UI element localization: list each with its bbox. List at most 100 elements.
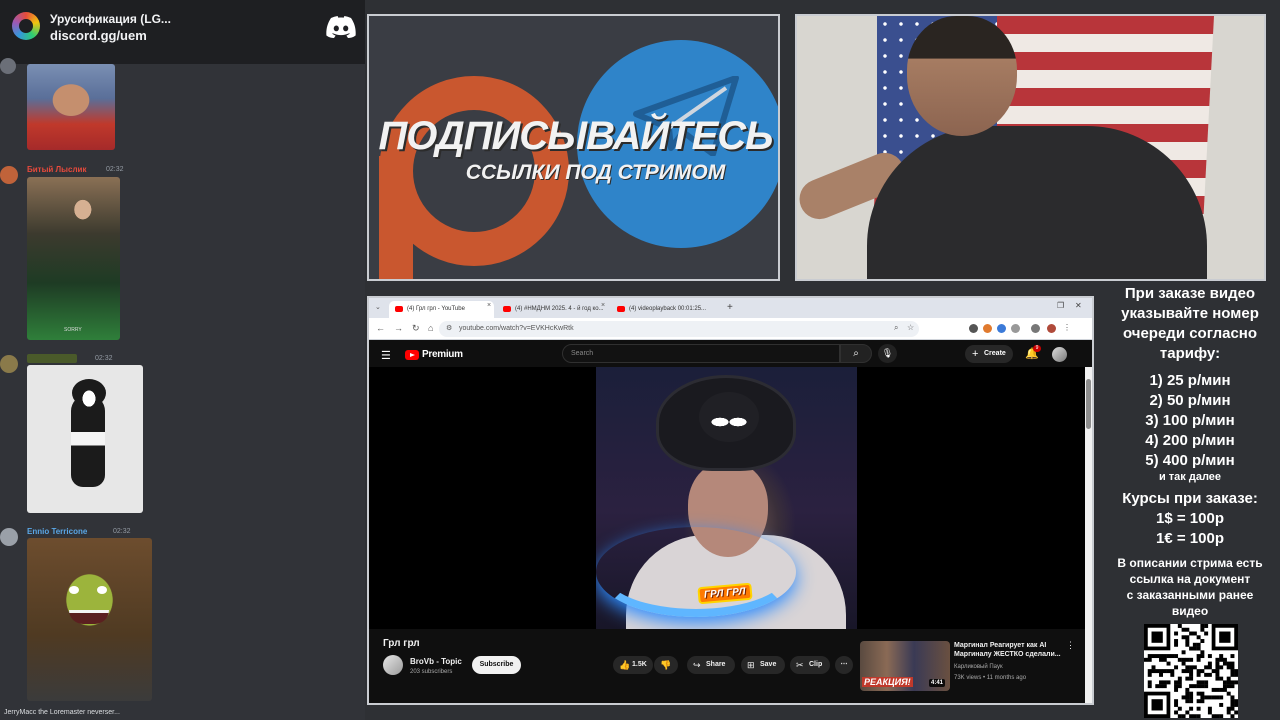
hamburger-menu-icon[interactable]: ☰ (381, 349, 391, 362)
clip-label: Clip (809, 661, 823, 668)
channel-avatar[interactable] (383, 655, 403, 675)
user-avatar[interactable] (0, 166, 18, 184)
qr-module (1155, 654, 1160, 659)
profile-avatar-icon[interactable] (1047, 324, 1056, 333)
qr-module (1159, 680, 1163, 685)
qr-module (1196, 706, 1201, 711)
home-icon[interactable]: ⌂ (428, 323, 433, 333)
promo-title: ПОДПИСЫВАЙТЕСЬ (378, 114, 773, 158)
qr-module (1196, 672, 1201, 677)
browser-menu-icon[interactable]: ⋮ (1063, 323, 1071, 332)
qr-module (1170, 669, 1175, 674)
message-timestamp: 02:32 (95, 355, 113, 362)
recommended-channel[interactable]: Карликовый Паук (954, 664, 1003, 670)
share-button[interactable]: ↪ Share (687, 656, 735, 674)
scrollbar-thumb[interactable] (1086, 379, 1091, 429)
qr-module (1147, 669, 1152, 674)
extension-icon[interactable] (997, 324, 1006, 333)
create-button[interactable]: + Create (965, 345, 1013, 363)
username[interactable]: Битый Лыслик (27, 165, 86, 174)
qr-module (1200, 624, 1205, 628)
tab-label: (4) Грл грл - YouTube (407, 306, 465, 312)
youtube-search-input[interactable]: Search (562, 344, 840, 363)
qr-module (1174, 639, 1179, 643)
description-note: В описании стрима есть ссылка на докумен… (1100, 555, 1280, 619)
page-scrollbar[interactable] (1085, 367, 1092, 703)
user-avatar[interactable] (0, 528, 18, 546)
save-button[interactable]: ⊞ Save (741, 656, 785, 674)
qr-module (1196, 684, 1201, 689)
qr-module (1189, 706, 1194, 711)
shadow-hedgehog-face (699, 392, 759, 442)
qr-module (1196, 714, 1201, 718)
account-avatar[interactable] (1052, 347, 1067, 362)
server-invite-link[interactable]: discord.gg/uem (50, 28, 147, 43)
recommended-thumbnail[interactable]: РЕАКЦИЯ! 4:41 (860, 641, 950, 691)
reload-icon[interactable]: ↻ (412, 323, 420, 334)
browser-tab[interactable]: (4) videoplayback 00:01:25... (611, 301, 721, 318)
qr-module (1192, 642, 1197, 647)
chat-gif-attachment[interactable] (27, 365, 143, 513)
youtube-premium-brand[interactable]: Premium (422, 349, 463, 360)
discord-server-header[interactable]: Урусификация (LG... discord.gg/uem (0, 0, 365, 64)
channel-name[interactable]: BroVb - Topic (410, 657, 462, 666)
recommended-title[interactable]: Маргинал Реагирует как AI Маргиналу ЖЕСТ… (954, 641, 1064, 659)
qr-module (1207, 695, 1212, 700)
subscribe-button[interactable]: Subscribe (472, 656, 521, 674)
tab-close-icon[interactable]: × (601, 302, 605, 309)
qr-module (1189, 631, 1194, 636)
qr-module (1196, 642, 1201, 647)
qr-module (1204, 695, 1209, 700)
chat-image-attachment[interactable] (27, 538, 152, 701)
qr-module (1174, 654, 1179, 659)
url-field[interactable]: ⚙ youtube.com/watch?v=EVKHcKwRtk ⌕ ☆ (439, 321, 919, 337)
browser-tab[interactable]: (4) Грл грл - YouTube (389, 301, 494, 318)
more-vertical-icon[interactable]: ⋮ (1066, 640, 1075, 651)
dislike-button[interactable]: 👎 (654, 656, 678, 674)
price-item: 5) 400 р/мин (1145, 452, 1235, 469)
username[interactable]: Ennio Terricone (27, 527, 87, 536)
forward-icon[interactable]: → (394, 323, 403, 333)
bookmark-star-icon[interactable]: ☆ (907, 323, 914, 332)
price-item: 3) 100 р/мин (1145, 412, 1235, 429)
extension-icon[interactable] (983, 324, 992, 333)
qr-module (1230, 714, 1235, 718)
tab-search-icon[interactable]: ⌄ (375, 303, 381, 311)
more-actions-button[interactable]: ⋯ (835, 656, 853, 674)
microphone-icon[interactable]: 🎙 (878, 344, 897, 363)
youtube-favicon-icon (617, 306, 625, 312)
youtube-logo-icon[interactable] (405, 350, 419, 360)
video-player[interactable]: ГРЛ ГРЛ (369, 367, 1085, 629)
chat-video-attachment[interactable]: SORRY (27, 177, 120, 340)
sidebar-icon[interactable] (1031, 324, 1040, 333)
back-icon[interactable]: ← (376, 323, 385, 333)
user-avatar[interactable] (0, 58, 16, 74)
browser-tab[interactable]: (4) #НМДНМ 2025. 4 - й год ко... (497, 301, 609, 318)
like-button[interactable]: 👍 1.5K (613, 656, 653, 674)
qr-module (1211, 714, 1216, 718)
site-info-icon[interactable]: ⚙ (446, 324, 452, 332)
chat-image-attachment[interactable] (27, 64, 115, 150)
qr-module (1230, 672, 1235, 677)
zoom-icon[interactable]: ⌕ (894, 323, 898, 333)
user-avatar[interactable] (0, 355, 18, 373)
qr-module (1226, 661, 1231, 666)
qr-module (1185, 699, 1190, 704)
tab-close-icon[interactable]: × (487, 302, 491, 309)
qr-module (1189, 695, 1194, 700)
extension-icon[interactable] (969, 324, 978, 333)
qr-module (1207, 665, 1212, 670)
share-label: Share (706, 661, 726, 668)
qr-module (1162, 680, 1167, 685)
video-duration: 4:41 (929, 679, 946, 687)
search-icon[interactable]: ⌕ (840, 344, 872, 363)
info-line: тарифу: (1159, 345, 1221, 362)
extensions-puzzle-icon[interactable] (1011, 324, 1020, 333)
restore-window-icon[interactable]: ❐ (1057, 301, 1064, 310)
username-redacted[interactable] (27, 354, 77, 363)
qr-module (1207, 706, 1212, 711)
close-window-icon[interactable]: ✕ (1075, 301, 1082, 310)
new-tab-icon[interactable]: + (727, 302, 733, 313)
clip-button[interactable]: ✂ Clip (790, 656, 830, 674)
qr-module (1196, 646, 1201, 651)
